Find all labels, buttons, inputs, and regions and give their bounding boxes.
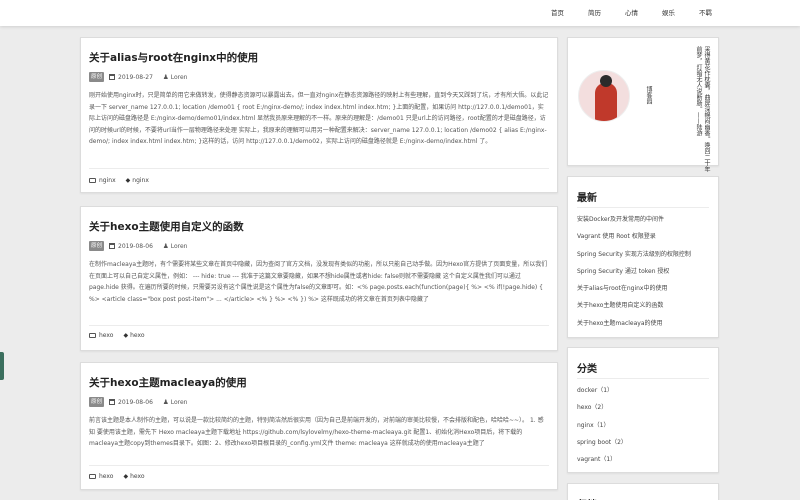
post-title[interactable]: 关于alias与root在nginx中的使用 — [89, 50, 258, 65]
nav-entertainment[interactable]: 娱乐 — [662, 0, 675, 26]
folder-icon — [89, 473, 96, 479]
widget-divider — [577, 207, 709, 208]
user-icon: ♟ — [162, 242, 169, 250]
nav-mood[interactable]: 心情 — [625, 0, 638, 26]
calendar-icon — [109, 243, 116, 249]
post-date: 2019-08-06 — [118, 242, 153, 250]
post-taxonomy: hexo ◆ hexo — [89, 329, 155, 341]
post-taxonomy: hexo ◆ hexo — [89, 470, 155, 482]
avatar-head — [600, 75, 612, 87]
post-card: 关于hexo主题使用自定义的函数 原创 2019-08-06 ♟ Loren 在… — [80, 206, 558, 351]
post-author: Loren — [170, 398, 188, 406]
category-item[interactable]: docker（1） — [577, 382, 627, 399]
post-meta: 原创 2019-08-27 ♟ Loren — [89, 72, 187, 82]
post-date: 2019-08-06 — [118, 398, 153, 406]
recent-item[interactable]: 关于alias与root在nginx中的使用 — [577, 280, 691, 297]
nav-home[interactable]: 首页 — [551, 0, 564, 26]
category-label: hexo — [99, 472, 114, 480]
nav-unrestrained[interactable]: 不羁 — [699, 0, 712, 26]
recent-item[interactable]: 关于hexo主题macleaya的使用 — [577, 315, 691, 332]
post-author: Loren — [170, 242, 188, 250]
category-label: nginx — [99, 176, 116, 184]
recent-list: 安装Docker及开发常用的中间件 Vagrant 使用 Root 权限登录 S… — [577, 211, 691, 332]
folder-icon — [89, 332, 96, 338]
post-category[interactable]: nginx — [89, 177, 116, 184]
post-category[interactable]: hexo — [89, 332, 113, 339]
nav-resume[interactable]: 简历 — [588, 0, 601, 26]
recent-item[interactable]: Vagrant 使用 Root 权限登录 — [577, 228, 691, 245]
tag-label: nginx — [132, 176, 149, 184]
post-excerpt: 前言该主题是本人制作的主题，可以说是一款比较简约的主题，特别简洁然后很实用（因为… — [89, 417, 544, 447]
post-card: 关于alias与root在nginx中的使用 原创 2019-08-27 ♟ L… — [80, 37, 558, 193]
category-item[interactable]: hexo（2） — [577, 399, 627, 416]
post-author: Loren — [170, 73, 188, 81]
original-badge: 原创 — [89, 397, 105, 407]
profile-name[interactable]: 博客园 — [644, 86, 653, 104]
user-icon: ♟ — [162, 398, 169, 406]
post-divider — [89, 325, 549, 326]
post-category[interactable]: hexo — [89, 473, 113, 480]
categories-widget: 分类 docker（1） hexo（2） nginx（1） spring boo… — [567, 347, 719, 473]
archive-widget: 归档 — [567, 483, 719, 500]
post-taxonomy: nginx ◆ nginx — [89, 174, 159, 186]
tag-icon: ◆ — [125, 176, 131, 184]
post-divider — [89, 168, 549, 169]
folder-icon — [89, 177, 96, 183]
tag-icon: ◆ — [123, 331, 129, 339]
avatar[interactable] — [578, 70, 630, 122]
category-item[interactable]: nginx（1） — [577, 417, 627, 434]
recent-item[interactable]: 关于hexo主题使用自定义的函数 — [577, 297, 691, 314]
calendar-icon — [109, 399, 116, 405]
left-edge-tab[interactable] — [0, 352, 4, 380]
recent-item[interactable]: Spring Security 实现方法级别的权限控制 — [577, 246, 691, 263]
post-title[interactable]: 关于hexo主题macleaya的使用 — [89, 375, 247, 390]
widget-title: 分类 — [577, 364, 597, 375]
post-card: 关于hexo主题macleaya的使用 原创 2019-08-06 ♟ Lore… — [80, 362, 558, 490]
avatar-figure — [595, 83, 617, 121]
post-meta: 原创 2019-08-06 ♟ Loren — [89, 397, 187, 407]
category-item[interactable]: spring boot（2） — [577, 434, 627, 451]
calendar-icon — [109, 74, 116, 80]
post-excerpt: 刚开始使用nginx时，只是简单的用它来做转发，使得静态资源可以暴露出去。但一直… — [89, 92, 549, 145]
category-item[interactable]: vagrant（1） — [577, 451, 627, 468]
main-nav: 首页 简历 心情 娱乐 不羁 — [527, 0, 712, 26]
widget-title: 最新 — [577, 193, 597, 204]
tag-label: hexo — [130, 472, 145, 480]
recent-item[interactable]: Spring Security 通过 token 授权 — [577, 263, 691, 280]
tag-icon: ◆ — [123, 472, 129, 480]
post-divider — [89, 465, 549, 466]
original-badge: 原创 — [89, 241, 105, 251]
top-navbar: 首页 简历 心情 娱乐 不羁 — [0, 0, 800, 26]
user-icon: ♟ — [162, 73, 169, 81]
post-tag[interactable]: ◆ hexo — [123, 473, 144, 480]
post-title[interactable]: 关于hexo主题使用自定义的函数 — [89, 219, 244, 234]
post-tag[interactable]: ◆ nginx — [126, 177, 149, 184]
post-date: 2019-08-27 — [118, 73, 153, 81]
recent-posts-widget: 最新 安装Docker及开发常用的中间件 Vagrant 使用 Root 权限登… — [567, 176, 719, 338]
recent-item[interactable]: 安装Docker及开发常用的中间件 — [577, 211, 691, 228]
category-list: docker（1） hexo（2） nginx（1） spring boot（2… — [577, 382, 627, 468]
original-badge: 原创 — [89, 72, 105, 82]
widget-divider — [577, 378, 709, 379]
profile-poem: 采得黄花作枕囊，曲屏深幌闷幽香。唤回二十年前梦，灯暗无人说断肠。——陆游 — [695, 46, 710, 172]
post-excerpt: 在制作macleaya主题时，有个需要将某些文章在首页中隐藏，因为查阅了官方文档… — [89, 261, 548, 303]
post-tag[interactable]: ◆ hexo — [123, 332, 144, 339]
category-label: hexo — [99, 331, 114, 339]
profile-card: 博客园 采得黄花作枕囊，曲屏深幌闷幽香。唤回二十年前梦，灯暗无人说断肠。——陆游 — [567, 37, 719, 172]
tag-label: hexo — [130, 331, 145, 339]
post-meta: 原创 2019-08-06 ♟ Loren — [89, 241, 187, 251]
widget-title: 归档 — [577, 496, 597, 500]
